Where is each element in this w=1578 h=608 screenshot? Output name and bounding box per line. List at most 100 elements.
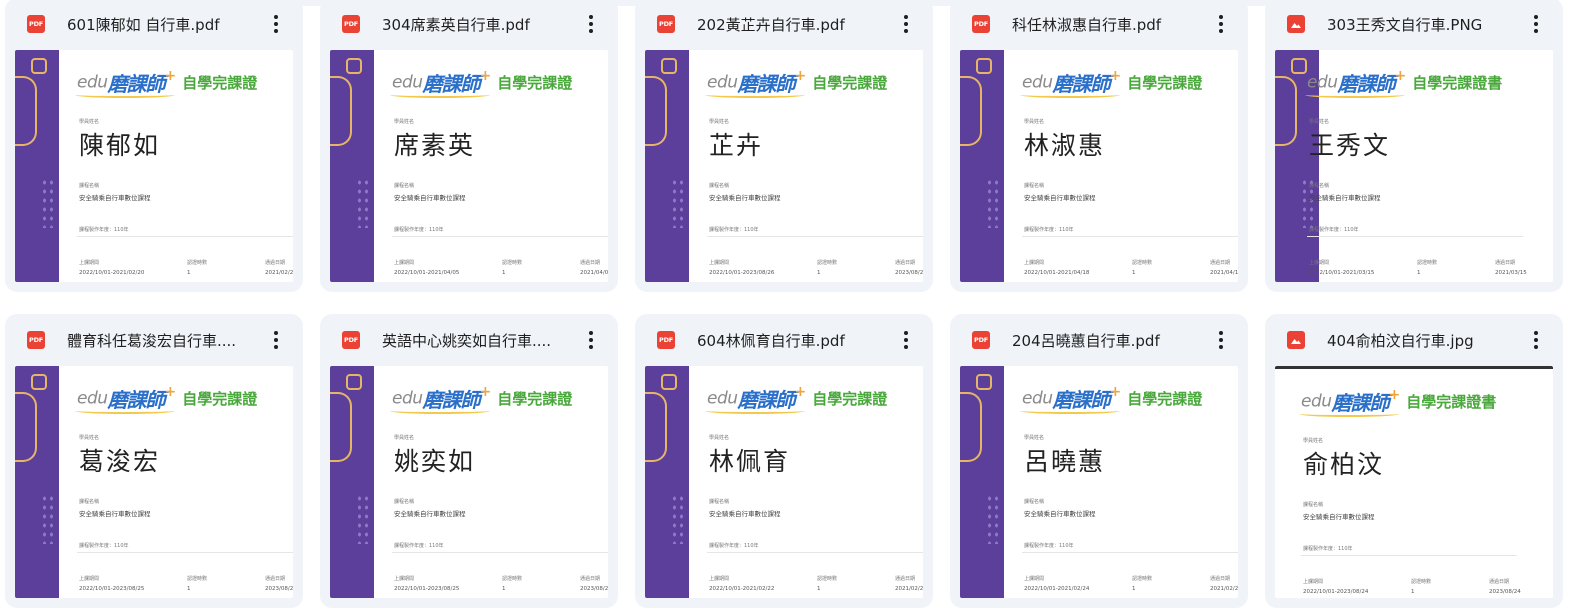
decor-ring (661, 374, 677, 390)
file-card[interactable]: 404俞柏汶自行車.jpg edu磨課師+ 自學完課證書 學員姓名 俞柏汶 課程名稱 安全騎… (1265, 314, 1563, 608)
course-label: 課程名稱 (709, 499, 730, 505)
file-card[interactable]: PDF 604林佩育自行車.pdf edu磨課師+ 自學完課證 學員姓名 林佩育 課程名稱安… (635, 314, 933, 608)
certificate-title: 自學完課證 (497, 390, 573, 408)
divider (77, 236, 293, 237)
decor-arc (330, 76, 352, 146)
logo-plus-text: + (794, 384, 807, 400)
more-vert-icon[interactable] (1209, 328, 1233, 352)
more-dot (1219, 15, 1223, 19)
more-vert-icon[interactable] (579, 328, 603, 352)
course-label: 課程名稱 (394, 499, 415, 505)
more-vert-icon[interactable] (1209, 12, 1233, 36)
pdf-file-icon: PDF (342, 15, 360, 33)
pass-date-label: 通過日期 (1210, 260, 1231, 266)
file-name: 科任林淑惠自行車.pdf (1012, 16, 1162, 34)
logo-swoosh (1020, 408, 1120, 414)
more-vert-icon[interactable] (1524, 328, 1548, 352)
period-label: 上課期間 (709, 576, 730, 582)
file-card-header[interactable]: PDF 英語中心姚奕如自行車.... (320, 314, 618, 366)
logo-swoosh (75, 92, 175, 98)
decor-dots (356, 178, 370, 228)
file-card-header[interactable]: 404俞柏汶自行車.jpg (1265, 314, 1563, 366)
file-card-header[interactable]: PDF 304席素英自行車.pdf (320, 0, 618, 50)
more-vert-icon[interactable] (1524, 12, 1548, 36)
file-card-header[interactable]: PDF 202黃芷卉自行車.pdf (635, 0, 933, 50)
file-thumbnail[interactable]: edu磨課師+ 自學完課證 學員姓名 姚奕如 課程名稱 安全騎乘自行車數位課程 課程製作年度… (330, 366, 608, 598)
certificate-title: 自學完課證書 (1406, 393, 1497, 411)
hours-value: 1 (1132, 270, 1136, 276)
hours-value: 1 (502, 270, 506, 276)
divider (392, 236, 608, 237)
pdf-file-icon: PDF (972, 15, 990, 33)
file-thumbnail[interactable]: edu磨課師+ 自學完課證 學員姓名 葛浚宏 課程名稱 安全騎乘自行車數位課程 課程製作年度… (15, 366, 293, 598)
file-card[interactable]: PDF 體育科任葛浚宏自行車.... edu磨課師+ 自學完課證 學員姓名 葛浚宏 課程名稱… (5, 314, 303, 608)
course-year: 課程製作年度：110年 (1303, 546, 1353, 552)
logo-swoosh (75, 408, 175, 414)
student-label: 學員姓名 (1024, 435, 1045, 441)
more-dot (589, 15, 593, 19)
file-thumbnail[interactable]: edu磨課師+ 自學完課證書 學員姓名 王秀文 課程名稱 安全騎乘自行車數位課程 課程製作年… (1275, 50, 1553, 282)
logo-edu-text: edu (1022, 72, 1053, 93)
file-card-header[interactable]: PDF 601陳郁如 自行車.pdf (5, 0, 303, 50)
course-label: 課程名稱 (394, 183, 415, 189)
more-dot (904, 331, 908, 335)
file-card[interactable]: PDF 202黃芷卉自行車.pdf edu磨課師+ 自學完課證 學員姓名 芷卉 課程名稱 安全… (635, 0, 933, 292)
student-label: 學員姓名 (709, 119, 730, 125)
decor-ring (31, 374, 47, 390)
logo-edu-text: edu (392, 72, 423, 93)
decor-ring (976, 374, 992, 390)
pass-date-value: 2021/02/2 (895, 586, 923, 592)
logo-swoosh (390, 92, 490, 98)
image-file-icon (1287, 331, 1305, 349)
logo-plus-text: + (1109, 68, 1122, 84)
logo-plus-text: + (1394, 68, 1407, 84)
more-vert-icon[interactable] (894, 12, 918, 36)
decor-dots (986, 178, 1000, 228)
file-thumbnail[interactable]: edu磨課師+ 自學完課證 學員姓名 呂曉蕙 課程名稱 安全騎乘自行車數位課程 課程製作年度… (960, 366, 1238, 598)
file-thumbnail[interactable]: edu磨課師+ 自學完課證書 學員姓名 俞柏汶 課程名稱 安全騎乘自行車數位課程 課程製作年… (1275, 366, 1553, 598)
hours-value: 1 (1417, 270, 1421, 276)
more-dot (1534, 22, 1538, 26)
decor-ring (976, 58, 992, 74)
file-thumbnail[interactable]: edu磨課師+ 自學完課證 學員姓名 林淑惠 課程名稱 安全騎乘自行車數位課程 課程製作年度… (960, 50, 1238, 282)
student-label: 學員姓名 (394, 119, 415, 125)
course-label: 課程名稱 (1309, 183, 1330, 189)
file-card-header[interactable]: PDF 204呂曉蕙自行車.pdf (950, 314, 1248, 366)
certificate-side-band (960, 366, 1004, 598)
more-vert-icon[interactable] (264, 328, 288, 352)
period-value: 2022/10/01-2023/08/26 (709, 270, 775, 276)
file-card-header[interactable]: PDF 體育科任葛浚宏自行車.... (5, 314, 303, 366)
divider (707, 236, 923, 237)
file-card-header[interactable]: PDF 科任林淑惠自行車.pdf (950, 0, 1248, 50)
logo-edu-text: edu (1301, 391, 1332, 412)
more-dot (589, 331, 593, 335)
course-label: 課程名稱 (1024, 183, 1045, 189)
pass-date-label: 通過日期 (580, 576, 601, 582)
logo-swoosh (390, 408, 490, 414)
course-year: 課程製作年度：110年 (1024, 227, 1074, 233)
file-thumbnail[interactable]: edu磨課師+ 自學完課證 學員姓名 陳郁如 課程名稱 安全騎乘自行車數位課程 課程製作年度… (15, 50, 293, 282)
file-thumbnail[interactable]: edu磨課師+ 自學完課證 學員姓名 芷卉 課程名稱 安全騎乘自行車數位課程 課程製作年度：… (645, 50, 923, 282)
logo-edu-text: edu (1022, 388, 1053, 409)
file-card[interactable]: PDF 601陳郁如 自行車.pdf edu磨課師+ 自學完課證 學員姓名 陳郁如 課程名稱… (5, 0, 303, 292)
file-card-header[interactable]: PDF 604林佩育自行車.pdf (635, 314, 933, 366)
decor-dots (356, 494, 370, 544)
file-card[interactable]: 303王秀文自行車.PNG edu磨課師+ 自學完課證書 學員姓名 王秀文 課程名稱 安全騎… (1265, 0, 1563, 292)
file-card[interactable]: PDF 304席素英自行車.pdf edu磨課師+ 自學完課證 學員姓名 席素英 課程名稱安… (320, 0, 618, 292)
pass-date-label: 通過日期 (1210, 576, 1231, 582)
logo-edu-text: edu (77, 388, 108, 409)
file-thumbnail[interactable]: edu磨課師+ 自學完課證 學員姓名 林佩育 課程名稱 安全騎乘自行車數位課程 課程製作年度… (645, 366, 923, 598)
student-name: 葛浚宏 (79, 447, 161, 476)
course-name: 安全騎乘自行車數位課程 (1024, 510, 1096, 518)
more-vert-icon[interactable] (579, 12, 603, 36)
period-label: 上課期間 (1309, 260, 1330, 266)
more-vert-icon[interactable] (894, 328, 918, 352)
file-card[interactable]: PDF 204呂曉蕙自行車.pdf edu磨課師+ 自學完課證 學員姓名 呂曉蕙 課程名稱安… (950, 314, 1248, 608)
more-vert-icon[interactable] (264, 12, 288, 36)
file-card-header[interactable]: 303王秀文自行車.PNG (1265, 0, 1563, 50)
file-card[interactable]: PDF 科任林淑惠自行車.pdf edu磨課師+ 自學完課證 學員姓名 林淑惠 課程名稱 安全… (950, 0, 1248, 292)
hours-label: 認證時數 (817, 576, 838, 582)
file-card[interactable]: PDF 英語中心姚奕如自行車.... edu磨課師+ 自學完課證 學員姓名 姚奕如 課程名稱… (320, 314, 618, 608)
file-thumbnail[interactable]: edu磨課師+ 自學完課證 學員姓名 席素英 課程名稱 安全騎乘自行車數位課程 課程製作年度… (330, 50, 608, 282)
student-label: 學員姓名 (709, 435, 730, 441)
